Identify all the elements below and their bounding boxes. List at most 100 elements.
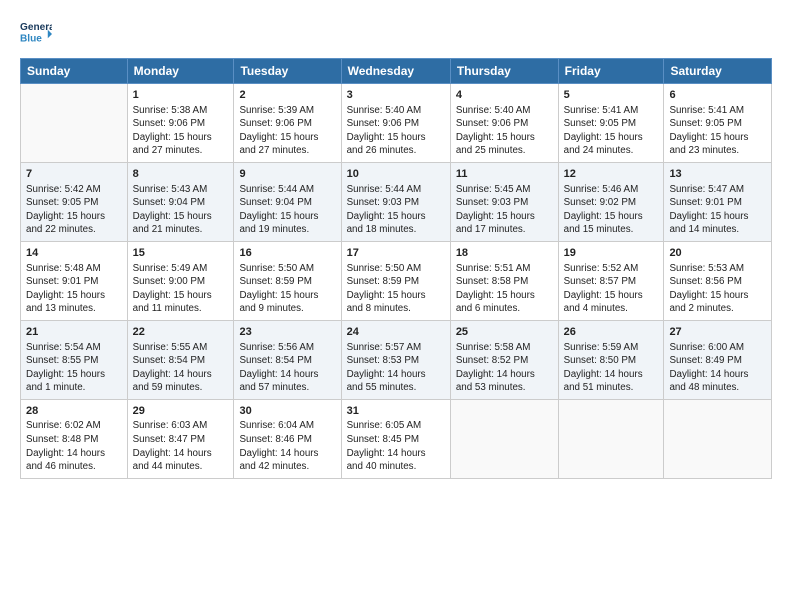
svg-text:General: General [20, 22, 52, 33]
calendar-day: 17Sunrise: 5:50 AMSunset: 8:59 PMDayligh… [341, 241, 450, 320]
page: General Blue SundayMondayTuesdayWednesda… [0, 0, 792, 497]
day-number: 6 [669, 88, 766, 103]
calendar-week-4: 21Sunrise: 5:54 AMSunset: 8:55 PMDayligh… [21, 320, 772, 399]
day-number: 28 [26, 404, 122, 419]
day-info: Sunrise: 6:00 AMSunset: 8:49 PMDaylight:… [669, 341, 766, 395]
day-number: 2 [239, 88, 335, 103]
calendar-day: 28Sunrise: 6:02 AMSunset: 8:48 PMDayligh… [21, 399, 128, 478]
header-friday: Friday [558, 59, 664, 84]
day-number: 29 [133, 404, 229, 419]
calendar-day: 15Sunrise: 5:49 AMSunset: 9:00 PMDayligh… [127, 241, 234, 320]
calendar-day [558, 399, 664, 478]
calendar-week-1: 1Sunrise: 5:38 AMSunset: 9:06 PMDaylight… [21, 84, 772, 163]
day-info: Sunrise: 5:57 AMSunset: 8:53 PMDaylight:… [347, 341, 445, 395]
calendar-day: 22Sunrise: 5:55 AMSunset: 8:54 PMDayligh… [127, 320, 234, 399]
calendar-day: 14Sunrise: 5:48 AMSunset: 9:01 PMDayligh… [21, 241, 128, 320]
calendar-day: 4Sunrise: 5:40 AMSunset: 9:06 PMDaylight… [450, 84, 558, 163]
calendar-day: 21Sunrise: 5:54 AMSunset: 8:55 PMDayligh… [21, 320, 128, 399]
calendar-week-3: 14Sunrise: 5:48 AMSunset: 9:01 PMDayligh… [21, 241, 772, 320]
day-number: 16 [239, 246, 335, 261]
calendar-day: 16Sunrise: 5:50 AMSunset: 8:59 PMDayligh… [234, 241, 341, 320]
day-number: 4 [456, 88, 553, 103]
day-number: 11 [456, 167, 553, 182]
calendar-day [21, 84, 128, 163]
calendar-day: 19Sunrise: 5:52 AMSunset: 8:57 PMDayligh… [558, 241, 664, 320]
calendar-day: 8Sunrise: 5:43 AMSunset: 9:04 PMDaylight… [127, 162, 234, 241]
day-number: 10 [347, 167, 445, 182]
logo-icon: General Blue [20, 18, 52, 50]
day-info: Sunrise: 5:39 AMSunset: 9:06 PMDaylight:… [239, 104, 335, 158]
calendar-day: 27Sunrise: 6:00 AMSunset: 8:49 PMDayligh… [664, 320, 772, 399]
day-number: 12 [564, 167, 659, 182]
calendar-day: 7Sunrise: 5:42 AMSunset: 9:05 PMDaylight… [21, 162, 128, 241]
day-number: 3 [347, 88, 445, 103]
day-info: Sunrise: 5:42 AMSunset: 9:05 PMDaylight:… [26, 183, 122, 237]
day-info: Sunrise: 5:59 AMSunset: 8:50 PMDaylight:… [564, 341, 659, 395]
day-number: 8 [133, 167, 229, 182]
day-info: Sunrise: 6:04 AMSunset: 8:46 PMDaylight:… [239, 419, 335, 473]
calendar-week-2: 7Sunrise: 5:42 AMSunset: 9:05 PMDaylight… [21, 162, 772, 241]
calendar-header-row: SundayMondayTuesdayWednesdayThursdayFrid… [21, 59, 772, 84]
day-info: Sunrise: 5:55 AMSunset: 8:54 PMDaylight:… [133, 341, 229, 395]
day-info: Sunrise: 6:02 AMSunset: 8:48 PMDaylight:… [26, 419, 122, 473]
day-info: Sunrise: 5:49 AMSunset: 9:00 PMDaylight:… [133, 262, 229, 316]
day-number: 25 [456, 325, 553, 340]
header-wednesday: Wednesday [341, 59, 450, 84]
day-number: 19 [564, 246, 659, 261]
header: General Blue [20, 18, 772, 50]
day-info: Sunrise: 6:05 AMSunset: 8:45 PMDaylight:… [347, 419, 445, 473]
day-info: Sunrise: 5:46 AMSunset: 9:02 PMDaylight:… [564, 183, 659, 237]
day-info: Sunrise: 5:50 AMSunset: 8:59 PMDaylight:… [347, 262, 445, 316]
day-info: Sunrise: 5:51 AMSunset: 8:58 PMDaylight:… [456, 262, 553, 316]
calendar-day: 24Sunrise: 5:57 AMSunset: 8:53 PMDayligh… [341, 320, 450, 399]
day-info: Sunrise: 5:47 AMSunset: 9:01 PMDaylight:… [669, 183, 766, 237]
calendar-day: 1Sunrise: 5:38 AMSunset: 9:06 PMDaylight… [127, 84, 234, 163]
header-tuesday: Tuesday [234, 59, 341, 84]
calendar-day: 20Sunrise: 5:53 AMSunset: 8:56 PMDayligh… [664, 241, 772, 320]
day-number: 27 [669, 325, 766, 340]
day-number: 21 [26, 325, 122, 340]
calendar-day: 30Sunrise: 6:04 AMSunset: 8:46 PMDayligh… [234, 399, 341, 478]
calendar-day: 11Sunrise: 5:45 AMSunset: 9:03 PMDayligh… [450, 162, 558, 241]
calendar-day: 2Sunrise: 5:39 AMSunset: 9:06 PMDaylight… [234, 84, 341, 163]
calendar-day: 23Sunrise: 5:56 AMSunset: 8:54 PMDayligh… [234, 320, 341, 399]
day-number: 13 [669, 167, 766, 182]
day-number: 24 [347, 325, 445, 340]
calendar: SundayMondayTuesdayWednesdayThursdayFrid… [20, 58, 772, 479]
day-number: 18 [456, 246, 553, 261]
day-info: Sunrise: 5:43 AMSunset: 9:04 PMDaylight:… [133, 183, 229, 237]
header-sunday: Sunday [21, 59, 128, 84]
day-info: Sunrise: 5:45 AMSunset: 9:03 PMDaylight:… [456, 183, 553, 237]
day-number: 17 [347, 246, 445, 261]
calendar-day: 12Sunrise: 5:46 AMSunset: 9:02 PMDayligh… [558, 162, 664, 241]
calendar-day [664, 399, 772, 478]
day-info: Sunrise: 6:03 AMSunset: 8:47 PMDaylight:… [133, 419, 229, 473]
calendar-day [450, 399, 558, 478]
calendar-day: 13Sunrise: 5:47 AMSunset: 9:01 PMDayligh… [664, 162, 772, 241]
calendar-day: 25Sunrise: 5:58 AMSunset: 8:52 PMDayligh… [450, 320, 558, 399]
day-number: 15 [133, 246, 229, 261]
day-info: Sunrise: 5:52 AMSunset: 8:57 PMDaylight:… [564, 262, 659, 316]
calendar-day: 31Sunrise: 6:05 AMSunset: 8:45 PMDayligh… [341, 399, 450, 478]
day-info: Sunrise: 5:44 AMSunset: 9:03 PMDaylight:… [347, 183, 445, 237]
calendar-day: 5Sunrise: 5:41 AMSunset: 9:05 PMDaylight… [558, 84, 664, 163]
header-thursday: Thursday [450, 59, 558, 84]
calendar-day: 29Sunrise: 6:03 AMSunset: 8:47 PMDayligh… [127, 399, 234, 478]
calendar-day: 9Sunrise: 5:44 AMSunset: 9:04 PMDaylight… [234, 162, 341, 241]
day-number: 5 [564, 88, 659, 103]
day-info: Sunrise: 5:38 AMSunset: 9:06 PMDaylight:… [133, 104, 229, 158]
day-number: 26 [564, 325, 659, 340]
day-number: 9 [239, 167, 335, 182]
day-info: Sunrise: 5:53 AMSunset: 8:56 PMDaylight:… [669, 262, 766, 316]
calendar-day: 18Sunrise: 5:51 AMSunset: 8:58 PMDayligh… [450, 241, 558, 320]
header-monday: Monday [127, 59, 234, 84]
day-info: Sunrise: 5:41 AMSunset: 9:05 PMDaylight:… [564, 104, 659, 158]
day-number: 20 [669, 246, 766, 261]
day-number: 22 [133, 325, 229, 340]
day-info: Sunrise: 5:56 AMSunset: 8:54 PMDaylight:… [239, 341, 335, 395]
calendar-day: 6Sunrise: 5:41 AMSunset: 9:05 PMDaylight… [664, 84, 772, 163]
calendar-day: 3Sunrise: 5:40 AMSunset: 9:06 PMDaylight… [341, 84, 450, 163]
day-info: Sunrise: 5:40 AMSunset: 9:06 PMDaylight:… [456, 104, 553, 158]
day-info: Sunrise: 5:40 AMSunset: 9:06 PMDaylight:… [347, 104, 445, 158]
calendar-day: 26Sunrise: 5:59 AMSunset: 8:50 PMDayligh… [558, 320, 664, 399]
